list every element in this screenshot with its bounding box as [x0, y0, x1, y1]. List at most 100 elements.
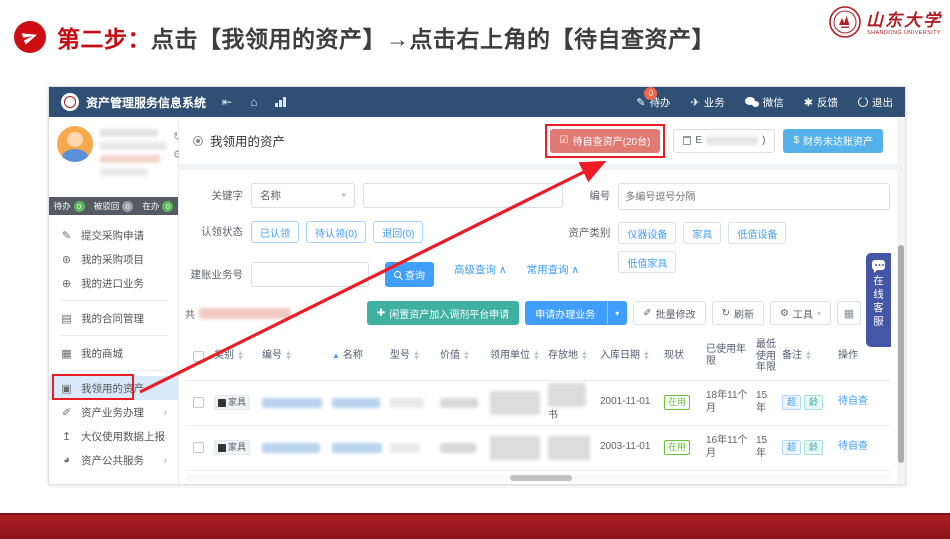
bug-icon: ✱	[804, 96, 813, 109]
document-icon: ▤	[60, 312, 73, 325]
account-no-label: 建账业务号	[183, 262, 243, 282]
filter-claimed[interactable]: 已认领	[251, 221, 299, 243]
sort-icon[interactable]: ▲▼	[237, 351, 244, 362]
batch-edit-button[interactable]: ✐ 批量修改	[633, 301, 705, 325]
chevron-down-icon: ▾	[341, 190, 346, 201]
self-check-action-link[interactable]: 待自查	[838, 396, 868, 409]
sort-icon[interactable]: ▲▼	[533, 351, 540, 362]
divider	[59, 335, 168, 336]
filter-returned[interactable]: 退回(0)	[373, 221, 423, 243]
nav-feedback[interactable]: ✱ 反馈	[804, 95, 838, 110]
online-service-label: 在线客服	[871, 275, 886, 329]
sidebar-item-public-service[interactable]: ◕资产公共服务›	[49, 448, 178, 472]
sidebar-item-import-business[interactable]: ⊕我的进口业务	[49, 271, 178, 295]
row-checkbox[interactable]	[193, 442, 204, 453]
select-all-checkbox[interactable]	[193, 351, 204, 362]
horizontal-scrollbar[interactable]	[185, 474, 891, 482]
self-check-action-link[interactable]: 待自查	[838, 441, 868, 454]
assets-table: 类别▲▼ 编号▲▼ ▲名称 型号▲▼ 价值▲▼ 领用单位▲▼ 存放地▲▼ 入库日…	[179, 333, 897, 472]
sidebar-item-my-assets[interactable]: ▣ 我领用的资产	[49, 376, 178, 400]
sort-icon[interactable]: ▲▼	[643, 351, 650, 362]
stat-inprogress[interactable]: 在办0	[142, 200, 173, 212]
power-icon	[858, 97, 868, 107]
nav-wechat[interactable]: 微信	[745, 95, 784, 110]
app-screenshot: 资产管理服务信息系统 ⇤ ⌂ ✎ 待办 0 ✈ 业务 微信	[48, 86, 906, 485]
nav-logout[interactable]: 退出	[858, 95, 893, 110]
grid-view-toggle[interactable]: ▦	[837, 301, 861, 325]
sidebar-item-mall[interactable]: ▦我的商城	[49, 341, 178, 365]
footer-bar	[0, 513, 950, 539]
nav-business[interactable]: ✈ 业务	[691, 95, 725, 110]
sort-active-icon[interactable]: ▲	[332, 351, 340, 361]
redacted-code	[262, 443, 320, 453]
home-icon[interactable]: ⌂	[250, 95, 257, 109]
redacted-location	[548, 383, 586, 407]
nav-business-label: 业务	[704, 95, 725, 110]
category-furniture[interactable]: 家具	[683, 222, 721, 244]
chevron-down-icon: ▾	[817, 309, 821, 318]
sidebar-item-instrument-data[interactable]: ↥大仪使用数据上报	[49, 424, 178, 448]
todo-badge: 0	[644, 87, 657, 100]
slide-title-row: 第二步：点击【我领用的资产】→点击右上角的【待自查资产】	[14, 20, 715, 54]
keyword-input[interactable]	[363, 183, 563, 208]
card-icon: ▦	[60, 347, 73, 360]
stat-badge: 0	[74, 201, 85, 212]
sort-icon[interactable]: ▲▼	[413, 351, 420, 362]
edit-square-icon: ✎	[60, 229, 73, 242]
keyword-type-select[interactable]: 名称 ▾	[251, 183, 355, 208]
main-content: 我领用的资产 ☑ 待自查资产(20台) E	[179, 117, 905, 485]
add-idle-asset-button[interactable]: ✚ 闲置资产加入调剂平台申请	[367, 301, 519, 325]
redacted-name	[332, 443, 382, 453]
category-lowvalue-furniture[interactable]: 低值家具	[618, 251, 676, 273]
account-no-input[interactable]	[251, 262, 369, 287]
stat-rejected[interactable]: 被驳回0	[94, 200, 134, 212]
category-lowvalue-equipment[interactable]: 低值设备	[728, 222, 786, 244]
search-icon	[394, 271, 401, 278]
recycle-assets-button[interactable]: E )	[673, 129, 775, 153]
code-textarea[interactable]	[618, 183, 890, 210]
stat-badge: 0	[122, 201, 133, 212]
upload-icon: ↥	[60, 430, 73, 443]
category-equipment[interactable]: 仪器设备	[618, 222, 676, 244]
stat-todo[interactable]: 待办0	[54, 200, 85, 212]
advanced-query-link[interactable]: 高级查询 ∧	[454, 262, 507, 277]
scrollbar-thumb[interactable]	[898, 245, 904, 463]
chevron-down-icon[interactable]: ▾	[607, 302, 626, 324]
row-checkbox[interactable]	[193, 397, 204, 408]
app-logo-icon	[61, 93, 79, 111]
chevron-right-icon: ›	[164, 455, 167, 466]
sidebar-item-asset-business[interactable]: ✐资产业务办理›	[49, 400, 178, 424]
apply-business-button[interactable]: 申请办理业务 ▾	[525, 301, 627, 325]
page-title: 我领用的资产	[193, 131, 285, 150]
table-row: 家具 书 2001-11-01 在用 18年11个月 15年 超 龄	[185, 381, 891, 426]
sidebar-item-contracts[interactable]: ▤我的合同管理	[49, 306, 178, 330]
chart-icon[interactable]	[275, 97, 286, 107]
collapse-sidebar-icon[interactable]: ⇤	[222, 95, 232, 109]
stat-badge: 0	[162, 201, 173, 212]
online-service-tab[interactable]: 在线客服	[866, 253, 891, 347]
sidebar-item-purchase-projects[interactable]: ⊛我的采购项目	[49, 247, 178, 271]
self-check-assets-button[interactable]: ☑ 待自查资产(20台)	[550, 129, 661, 153]
filter-unclaimed[interactable]: 待认领(0)	[306, 221, 366, 243]
sort-icon[interactable]: ▲▼	[805, 351, 812, 362]
query-button[interactable]: 查询	[385, 262, 434, 287]
sort-icon[interactable]: ▲▼	[285, 351, 292, 362]
finance-unbooked-button[interactable]: $ 财务未达账资产	[783, 129, 883, 153]
redacted-unit	[490, 391, 540, 415]
sidebar-item-submit-purchase[interactable]: ✎提交采购申请	[49, 223, 178, 247]
sort-icon[interactable]: ▲▼	[581, 351, 588, 362]
dollar-icon: $	[793, 135, 799, 146]
sidebar: ↻ ⚙ 待办0 被驳回0 在办0 ✎提交采购申请 ⊛我的采购项目 ⊕我的进口业务…	[49, 117, 179, 485]
avatar[interactable]	[57, 126, 93, 162]
scrollbar-thumb[interactable]	[510, 475, 572, 481]
refresh-button[interactable]: ↻ 刷新	[712, 301, 764, 325]
paper-plane-icon: ✈	[691, 96, 700, 109]
table-header-row: 类别▲▼ 编号▲▼ ▲名称 型号▲▼ 价值▲▼ 领用单位▲▼ 存放地▲▼ 入库日…	[185, 333, 891, 381]
sort-icon[interactable]: ▲▼	[463, 351, 470, 362]
tools-button[interactable]: ⚙ 工具 ▾	[770, 301, 831, 325]
pencil-icon: ✐	[60, 406, 73, 419]
min-years: 15年	[756, 435, 776, 460]
page-head: 我领用的资产 ☑ 待自查资产(20台) E	[179, 117, 897, 164]
vertical-scrollbar[interactable]	[897, 117, 905, 484]
nav-todo[interactable]: ✎ 待办 0	[636, 95, 670, 110]
